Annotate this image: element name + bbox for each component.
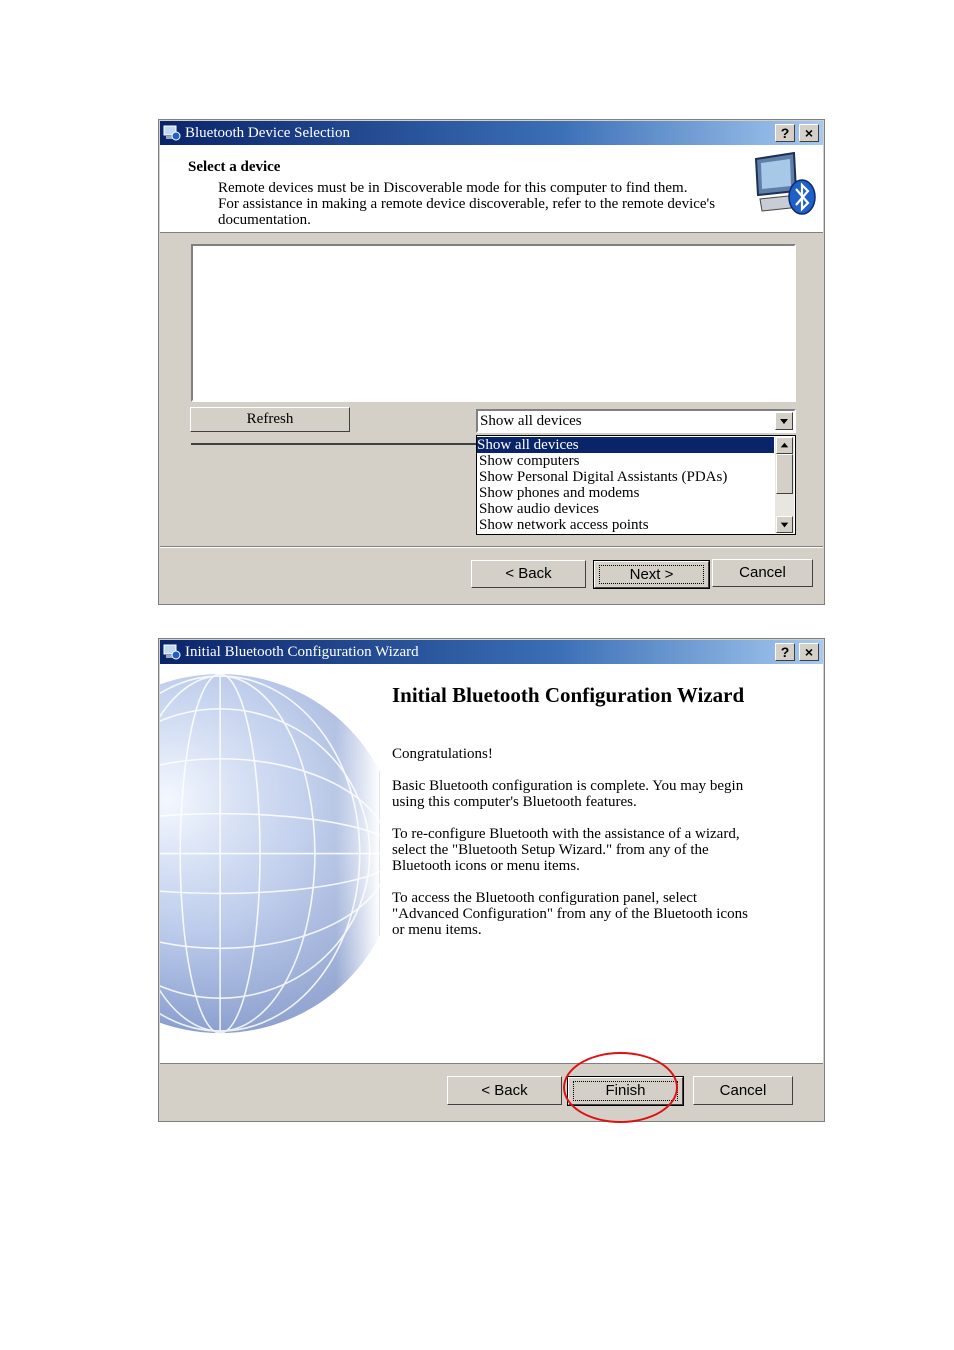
scroll-down-button[interactable] <box>776 516 793 533</box>
header-panel: Select a device Remote devices must be i… <box>160 145 823 233</box>
dropdown-arrow-button[interactable] <box>775 412 793 430</box>
back-button-label: < Back <box>505 565 552 582</box>
help-button[interactable]: ? <box>775 643 795 661</box>
device-list[interactable] <box>191 244 796 402</box>
back-button[interactable]: < Back <box>447 1076 562 1105</box>
footer-divider <box>160 546 823 548</box>
wizard-heading: Initial Bluetooth Configuration Wizard <box>392 683 745 707</box>
wizard-content-panel: Initial Bluetooth Configuration Wizard C… <box>160 664 823 1064</box>
description-line-1: Remote devices must be in Discoverable m… <box>218 180 688 196</box>
close-button[interactable]: × <box>799 124 819 142</box>
chevron-down-icon <box>780 419 788 424</box>
cancel-button[interactable]: Cancel <box>712 559 813 587</box>
page-heading: Select a device <box>188 159 281 175</box>
bluetooth-app-icon <box>163 125 181 141</box>
reconfigure-paragraph: To re-configure Bluetooth with the assis… <box>392 826 740 874</box>
cancel-button-label: Cancel <box>739 564 786 581</box>
dropdown-option[interactable]: Show all devices <box>477 437 774 453</box>
initial-bluetooth-configuration-wizard: Initial Bluetooth Configuration Wizard ?… <box>158 638 825 1122</box>
advanced-config-paragraph: To access the Bluetooth configuration pa… <box>392 890 748 938</box>
bluetooth-app-icon <box>163 644 181 660</box>
dropdown-list: Show all devices Show computers Show Per… <box>476 435 796 535</box>
title-bar[interactable]: Initial Bluetooth Configuration Wizard ?… <box>160 640 823 664</box>
cancel-button[interactable]: Cancel <box>693 1076 793 1105</box>
dropdown-option[interactable]: Show audio devices <box>479 501 599 517</box>
dropdown-option[interactable]: Show computers <box>479 453 579 469</box>
refresh-button[interactable]: Refresh <box>190 407 350 432</box>
back-button-label: < Back <box>481 1082 528 1099</box>
scroll-thumb[interactable] <box>776 454 793 494</box>
description-line-2: For assistance in making a remote device… <box>218 196 716 212</box>
chevron-up-icon <box>780 442 789 448</box>
refresh-button-label: Refresh <box>246 411 294 427</box>
next-button-label: Next > <box>629 566 674 583</box>
help-button[interactable]: ? <box>775 124 795 142</box>
close-button[interactable]: × <box>799 643 819 661</box>
dropdown-option[interactable]: Show network access points <box>479 517 649 533</box>
title-bar[interactable]: Bluetooth Device Selection ? × <box>160 121 823 145</box>
globe-watermark-image <box>160 664 380 1063</box>
window-title: Bluetooth Device Selection <box>185 125 350 141</box>
dropdown-selected-value: Show all devices <box>480 413 582 429</box>
cancel-button-label: Cancel <box>719 1082 767 1099</box>
dropdown-option[interactable]: Show phones and modems <box>479 485 639 501</box>
back-button[interactable]: < Back <box>471 560 586 588</box>
completion-paragraph: Basic Bluetooth configuration is complet… <box>392 778 744 810</box>
bluetooth-device-selection-dialog: Bluetooth Device Selection ? × Select a … <box>158 119 825 605</box>
next-button[interactable]: Next > <box>593 560 710 589</box>
bluetooth-computer-icon <box>754 151 816 215</box>
dropdown-option[interactable]: Show Personal Digital Assistants (PDAs) <box>479 469 727 485</box>
window-title: Initial Bluetooth Configuration Wizard <box>185 644 419 660</box>
description-line-3: documentation. <box>218 212 311 228</box>
congratulations-text: Congratulations! <box>392 746 493 762</box>
chevron-down-icon <box>780 522 789 528</box>
highlight-circle <box>563 1052 678 1123</box>
dropdown-scrollbar[interactable] <box>775 437 794 533</box>
device-filter-dropdown[interactable]: Show all devices <box>476 409 796 433</box>
separator <box>191 443 479 445</box>
scroll-up-button[interactable] <box>776 437 793 454</box>
